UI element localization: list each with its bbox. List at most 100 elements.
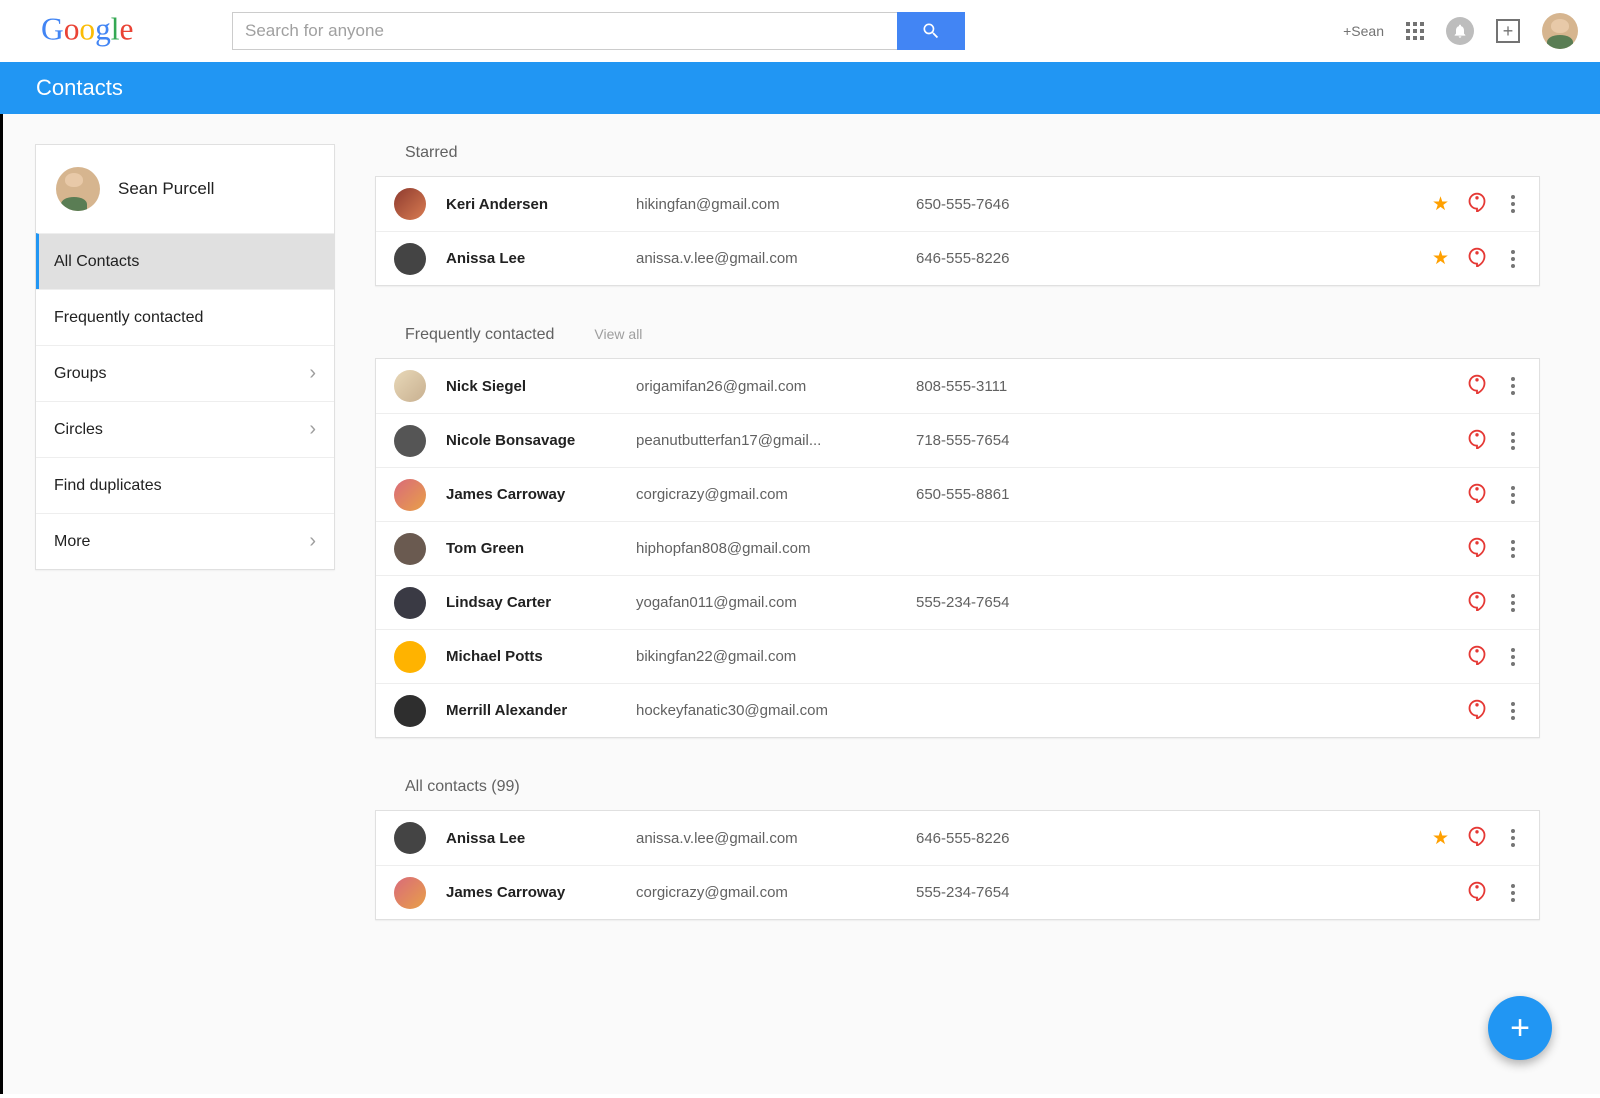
contact-actions [1467,483,1521,507]
hangouts-button[interactable] [1467,537,1487,561]
hangouts-button[interactable] [1467,645,1487,669]
section-all: All contacts (99) Anissa Leeanissa.v.lee… [375,778,1540,920]
contact-row[interactable]: Keri Andersenhikingfan@gmail.com650-555-… [376,177,1539,231]
sidebar-item-more[interactable]: More› [36,513,334,569]
app-bar: Contacts [0,62,1600,114]
frequent-list: Nick Siegelorigamifan26@gmail.com808-555… [375,358,1540,738]
more-menu-icon[interactable] [1505,377,1521,395]
contact-avatar [394,822,426,854]
hangouts-button[interactable] [1467,881,1487,905]
contact-row[interactable]: Anissa Leeanissa.v.lee@gmail.com646-555-… [376,811,1539,865]
contact-name: Anissa Lee [446,250,636,267]
contact-row[interactable]: Tom Greenhiphopfan808@gmail.com [376,521,1539,575]
more-menu-icon[interactable] [1505,486,1521,504]
hangouts-icon [1467,699,1487,719]
profile-name: Sean Purcell [118,179,214,199]
contact-avatar [394,641,426,673]
hangouts-button[interactable] [1467,699,1487,723]
hangouts-button[interactable] [1467,374,1487,398]
contact-row[interactable]: Merrill Alexanderhockeyfanatic30@gmail.c… [376,683,1539,737]
contact-email: hiphopfan808@gmail.com [636,540,916,557]
sidebar-item-all-contacts[interactable]: All Contacts [36,233,334,289]
contact-name: James Carroway [446,486,636,503]
hangouts-button[interactable] [1467,192,1487,216]
contact-name: Anissa Lee [446,830,636,847]
contact-name: Michael Potts [446,648,636,665]
sidebar-item-circles[interactable]: Circles› [36,401,334,457]
contact-phone: 646-555-8226 [916,830,1176,847]
contact-row[interactable]: Lindsay Carteryogafan011@gmail.com555-23… [376,575,1539,629]
hangouts-button[interactable] [1467,429,1487,453]
more-menu-icon[interactable] [1505,195,1521,213]
contact-avatar [394,695,426,727]
all-contacts-list: Anissa Leeanissa.v.lee@gmail.com646-555-… [375,810,1540,920]
sidebar-item-label: More [54,533,90,551]
google-logo[interactable]: Google [14,11,174,51]
search-button[interactable] [897,12,965,50]
notifications-icon[interactable] [1446,17,1474,45]
star-icon[interactable]: ★ [1432,247,1449,270]
contact-row[interactable]: Anissa Leeanissa.v.lee@gmail.com646-555-… [376,231,1539,285]
hangouts-icon [1467,192,1487,212]
hangouts-icon [1467,429,1487,449]
more-menu-icon[interactable] [1505,594,1521,612]
contact-email: anissa.v.lee@gmail.com [636,830,916,847]
contact-name: Lindsay Carter [446,594,636,611]
star-icon[interactable]: ★ [1432,193,1449,216]
section-frequent: Frequently contacted View all Nick Siege… [375,326,1540,738]
hangouts-icon [1467,247,1487,267]
contact-name: Keri Andersen [446,196,636,213]
contact-actions [1467,537,1521,561]
sidebar-item-frequently-contacted[interactable]: Frequently contacted [36,289,334,345]
hangouts-button[interactable] [1467,591,1487,615]
contact-email: bikingfan22@gmail.com [636,648,916,665]
profile-row[interactable]: Sean Purcell [36,145,334,233]
hangouts-button[interactable] [1467,483,1487,507]
sidebar-item-label: Circles [54,421,103,439]
more-menu-icon[interactable] [1505,829,1521,847]
contact-phone: 646-555-8226 [916,250,1176,267]
sidebar-item-find-duplicates[interactable]: Find duplicates [36,457,334,513]
contact-avatar [394,243,426,275]
more-menu-icon[interactable] [1505,540,1521,558]
contact-phone: 650-555-8861 [916,486,1176,503]
apps-grid-icon[interactable] [1406,22,1424,40]
contact-email: anissa.v.lee@gmail.com [636,250,916,267]
contact-row[interactable]: Michael Pottsbikingfan22@gmail.com [376,629,1539,683]
hangouts-icon [1467,826,1487,846]
hangouts-icon [1467,645,1487,665]
more-menu-icon[interactable] [1505,648,1521,666]
contact-avatar [394,425,426,457]
contact-row[interactable]: Nick Siegelorigamifan26@gmail.com808-555… [376,359,1539,413]
search-container [232,12,965,50]
contact-row[interactable]: James Carrowaycorgicrazy@gmail.com555-23… [376,865,1539,919]
app-title: Contacts [36,75,123,101]
contact-phone: 555-234-7654 [916,884,1176,901]
contact-name: James Carroway [446,884,636,901]
contact-actions: ★ [1432,826,1521,850]
star-icon[interactable]: ★ [1432,827,1449,850]
contact-name: Merrill Alexander [446,702,636,719]
hangouts-button[interactable] [1467,247,1487,271]
contact-avatar [394,479,426,511]
search-icon [921,21,941,41]
view-all-link[interactable]: View all [594,326,642,342]
share-add-icon[interactable]: + [1496,19,1520,43]
contact-row[interactable]: James Carrowaycorgicrazy@gmail.com650-55… [376,467,1539,521]
more-menu-icon[interactable] [1505,432,1521,450]
contact-name: Tom Green [446,540,636,557]
search-input[interactable] [232,12,897,50]
more-menu-icon[interactable] [1505,702,1521,720]
add-contact-fab[interactable]: + [1488,996,1552,1060]
google-plus-link[interactable]: +Sean [1343,23,1384,39]
more-menu-icon[interactable] [1505,884,1521,902]
contact-row[interactable]: Nicole Bonsavagepeanutbutterfan17@gmail.… [376,413,1539,467]
chevron-right-icon: › [309,362,316,385]
hangouts-button[interactable] [1467,826,1487,850]
plus-icon: + [1510,1009,1530,1048]
contact-actions [1467,591,1521,615]
account-avatar[interactable] [1542,13,1578,49]
section-starred: Starred Keri Andersenhikingfan@gmail.com… [375,144,1540,286]
sidebar-item-groups[interactable]: Groups› [36,345,334,401]
more-menu-icon[interactable] [1505,250,1521,268]
